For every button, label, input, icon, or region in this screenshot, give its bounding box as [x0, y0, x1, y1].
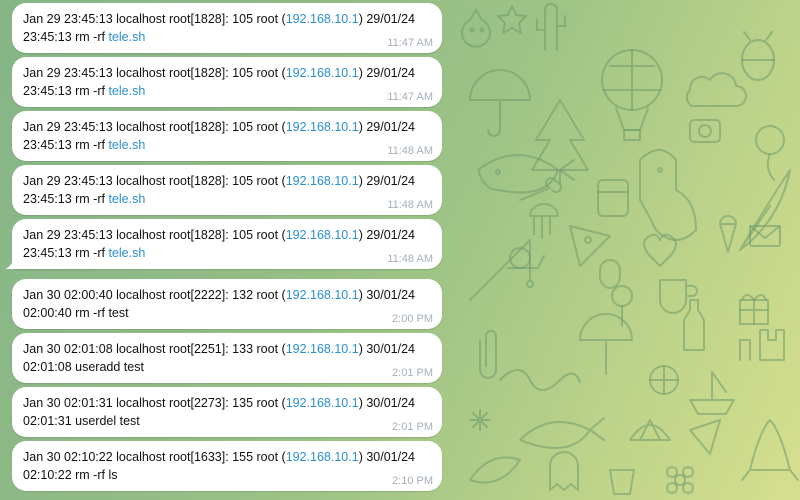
message-text: 23:45:13 rm -rf	[23, 138, 109, 152]
message-text: Jan 30 02:00:40 localhost root[2222]: 13…	[23, 288, 286, 302]
message-bubble[interactable]: Jan 29 23:45:13 localhost root[1828]: 10…	[12, 165, 442, 215]
message-line-2: 23:45:13 rm -rf tele.sh	[23, 28, 432, 46]
message-time: 11:47 AM	[387, 37, 433, 49]
message-line-2: 02:01:08 useradd test	[23, 360, 144, 374]
message-text: Jan 29 23:45:13 localhost root[1828]: 10…	[23, 12, 286, 26]
ip-link[interactable]: 192.168.10.1	[286, 396, 359, 410]
message-bubble[interactable]: Jan 29 23:45:13 localhost root[1828]: 10…	[12, 111, 442, 161]
ip-link[interactable]: 192.168.10.1	[286, 228, 359, 242]
message-list: Jan 29 23:45:13 localhost root[1828]: 10…	[0, 0, 800, 500]
message-text: ) 29/01/24	[358, 228, 415, 242]
message-line-1: Jan 29 23:45:13 localhost root[1828]: 10…	[23, 226, 432, 244]
message-line-2: 02:01:31 userdel test	[23, 414, 140, 428]
message-time: 2:10 PM	[392, 475, 433, 487]
message-text: Jan 29 23:45:13 localhost root[1828]: 10…	[23, 228, 286, 242]
message-line-1: Jan 30 02:01:08 localhost root[2251]: 13…	[23, 340, 432, 358]
message-time: 11:48 AM	[387, 145, 433, 157]
message-time: 11:48 AM	[387, 199, 433, 211]
message-line-1: Jan 30 02:10:22 localhost root[1633]: 15…	[23, 448, 432, 466]
message-bubble[interactable]: Jan 29 23:45:13 localhost root[1828]: 10…	[12, 3, 442, 53]
message-text: ) 29/01/24	[358, 66, 415, 80]
message-text: 23:45:13 rm -rf	[23, 84, 109, 98]
message-text: Jan 29 23:45:13 localhost root[1828]: 10…	[23, 174, 286, 188]
file-link[interactable]: tele.sh	[108, 192, 145, 206]
file-link[interactable]: tele.sh	[108, 138, 145, 152]
message-bubble[interactable]: Jan 30 02:00:40 localhost root[2222]: 13…	[12, 279, 442, 329]
message-line-1: Jan 29 23:45:13 localhost root[1828]: 10…	[23, 64, 432, 82]
message-text: 23:45:13 rm -rf	[23, 192, 109, 206]
message-bubble[interactable]: Jan 30 02:01:08 localhost root[2251]: 13…	[12, 333, 442, 383]
message-line-2: 23:45:13 rm -rf tele.sh	[23, 190, 432, 208]
message-bubble[interactable]: Jan 30 02:10:22 localhost root[1633]: 15…	[12, 441, 442, 491]
file-link[interactable]: tele.sh	[108, 84, 145, 98]
message-time: 11:48 AM	[387, 253, 433, 265]
file-link[interactable]: tele.sh	[108, 246, 145, 260]
message-text: ) 30/01/24	[358, 288, 415, 302]
message-line-1: Jan 29 23:45:13 localhost root[1828]: 10…	[23, 172, 432, 190]
message-text: Jan 30 02:01:08 localhost root[2251]: 13…	[23, 342, 286, 356]
ip-link[interactable]: 192.168.10.1	[286, 12, 359, 26]
ip-link[interactable]: 192.168.10.1	[286, 174, 359, 188]
message-text: Jan 30 02:10:22 localhost root[1633]: 15…	[23, 450, 286, 464]
message-line-1: Jan 29 23:45:13 localhost root[1828]: 10…	[23, 10, 432, 28]
file-link[interactable]: tele.sh	[108, 30, 145, 44]
message-text: ) 29/01/24	[358, 174, 415, 188]
bubble-tail	[5, 257, 15, 269]
message-line-1: Jan 29 23:45:13 localhost root[1828]: 10…	[23, 118, 432, 136]
message-line-2: 02:10:22 rm -rf ls	[23, 468, 118, 482]
message-text: ) 30/01/24	[358, 342, 415, 356]
message-text: 23:45:13 rm -rf	[23, 246, 109, 260]
message-time: 2:01 PM	[392, 367, 433, 379]
message-time: 11:47 AM	[387, 91, 433, 103]
message-bubble[interactable]: Jan 29 23:45:13 localhost root[1828]: 10…	[12, 57, 442, 107]
message-line-2: 23:45:13 rm -rf tele.sh	[23, 244, 432, 262]
message-line-2: 23:45:13 rm -rf tele.sh	[23, 136, 432, 154]
message-text: Jan 29 23:45:13 localhost root[1828]: 10…	[23, 120, 286, 134]
message-time: 2:01 PM	[392, 421, 433, 433]
ip-link[interactable]: 192.168.10.1	[286, 450, 359, 464]
message-time: 2:00 PM	[392, 313, 433, 325]
message-line-2: 02:00:40 rm -rf test	[23, 306, 129, 320]
message-text: Jan 30 02:01:31 localhost root[2273]: 13…	[23, 396, 286, 410]
message-line-1: Jan 30 02:01:31 localhost root[2273]: 13…	[23, 394, 432, 412]
message-text: ) 29/01/24	[358, 120, 415, 134]
message-line-1: Jan 30 02:00:40 localhost root[2222]: 13…	[23, 286, 432, 304]
ip-link[interactable]: 192.168.10.1	[286, 288, 359, 302]
message-text: ) 30/01/24	[358, 450, 415, 464]
message-text: 23:45:13 rm -rf	[23, 30, 109, 44]
message-text: ) 30/01/24	[358, 396, 415, 410]
message-bubble[interactable]: Jan 29 23:45:13 localhost root[1828]: 10…	[5, 219, 442, 269]
message-bubble[interactable]: Jan 30 02:01:31 localhost root[2273]: 13…	[12, 387, 442, 437]
ip-link[interactable]: 192.168.10.1	[286, 66, 359, 80]
ip-link[interactable]: 192.168.10.1	[286, 120, 359, 134]
message-text: Jan 29 23:45:13 localhost root[1828]: 10…	[23, 66, 286, 80]
ip-link[interactable]: 192.168.10.1	[286, 342, 359, 356]
message-text: ) 29/01/24	[358, 12, 415, 26]
message-line-2: 23:45:13 rm -rf tele.sh	[23, 82, 432, 100]
